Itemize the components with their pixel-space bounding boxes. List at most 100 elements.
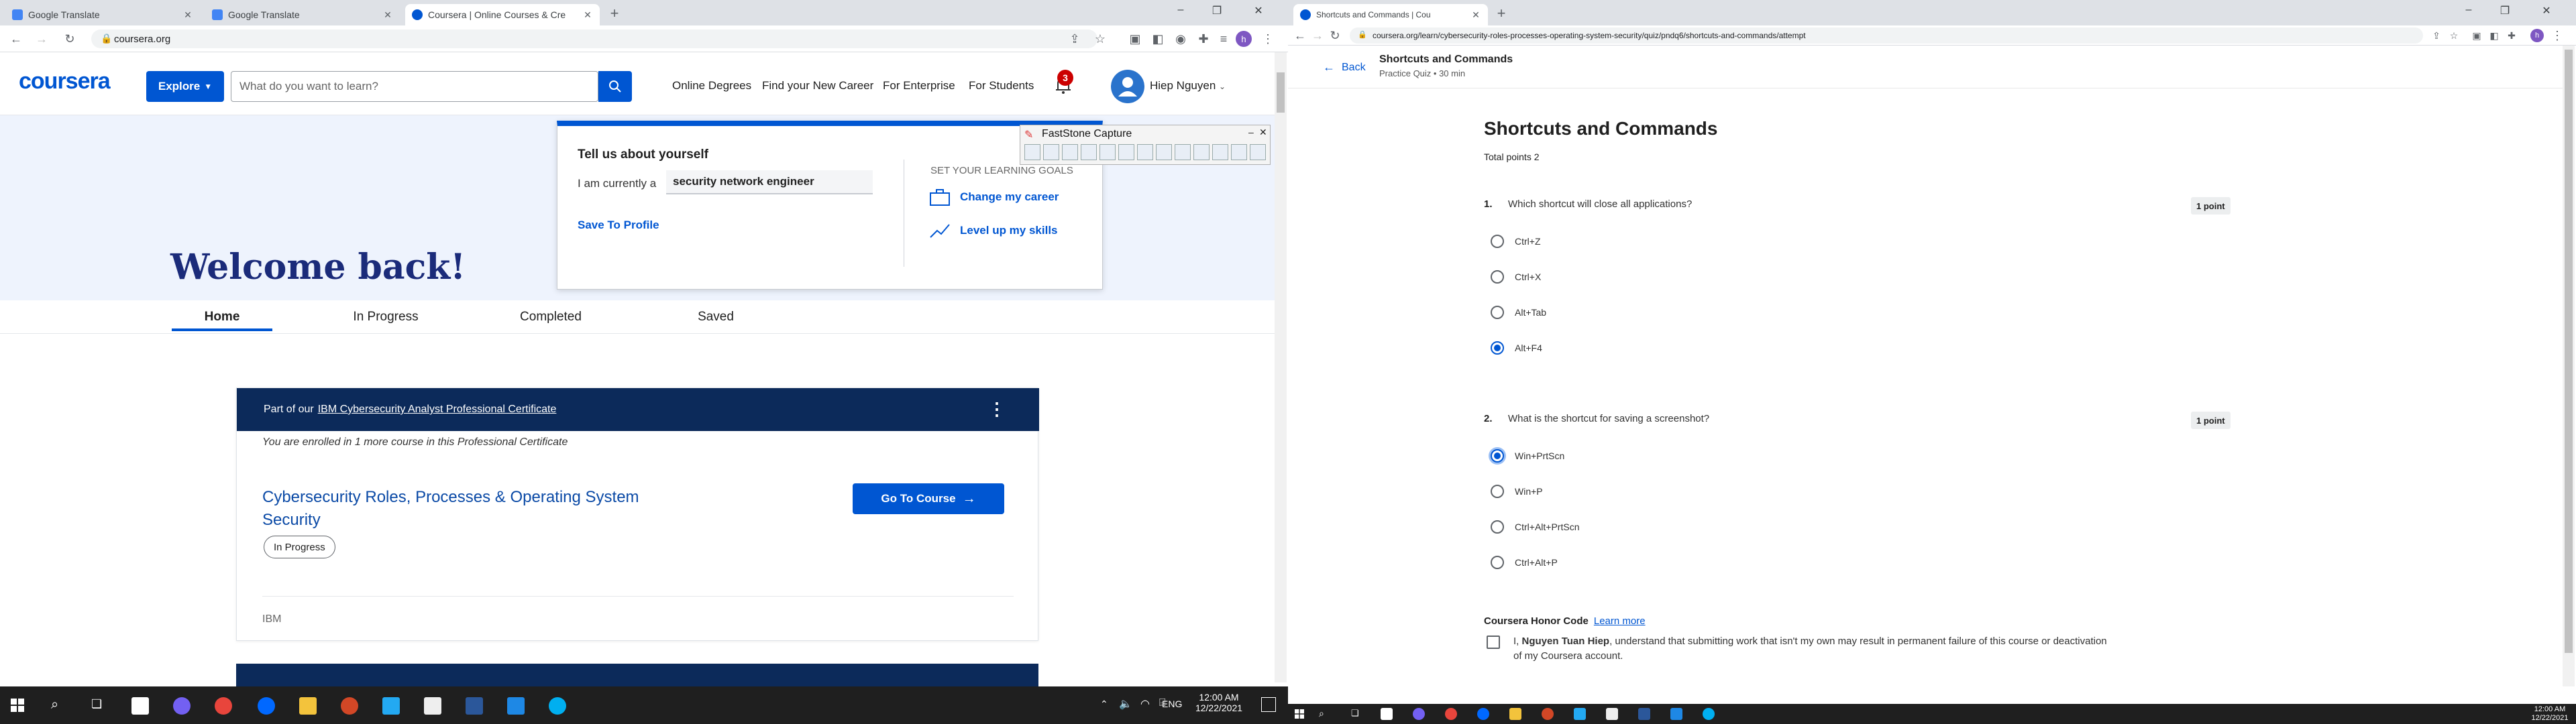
- puzzle-icon[interactable]: ✚: [1195, 31, 1212, 47]
- file-explorer-icon[interactable]: [1509, 708, 1521, 720]
- radio-button[interactable]: [1491, 556, 1504, 569]
- tab-completed[interactable]: Completed: [500, 310, 601, 324]
- reload-icon[interactable]: ↻: [62, 31, 78, 47]
- windows-start-icon[interactable]: [1295, 709, 1304, 719]
- word-icon[interactable]: [466, 697, 483, 715]
- radio-button[interactable]: [1491, 270, 1504, 284]
- tab-home[interactable]: Home: [172, 310, 272, 324]
- new-tab-icon[interactable]: +: [1493, 5, 1509, 21]
- level-up-skills-link[interactable]: Level up my skills: [960, 224, 1058, 237]
- tab-saved[interactable]: Saved: [665, 310, 766, 324]
- close-tab-icon[interactable]: ✕: [382, 9, 393, 21]
- close-icon[interactable]: ✕: [1259, 127, 1267, 138]
- forward-arrow-icon[interactable]: →: [34, 31, 50, 47]
- capture-tool-icon[interactable]: [1137, 144, 1153, 160]
- browser-tab-active[interactable]: Shortcuts and Commands | Cou ✕: [1293, 4, 1488, 25]
- radio-button[interactable]: [1491, 235, 1504, 248]
- capture-tool-icon[interactable]: [1212, 144, 1228, 160]
- zalo-icon[interactable]: [1477, 708, 1489, 720]
- new-tab-icon[interactable]: +: [606, 5, 623, 21]
- go-to-course-button[interactable]: Go To Course →: [853, 483, 1004, 514]
- profile-avatar[interactable]: h: [2530, 29, 2544, 42]
- extension-icon[interactable]: ◉: [1173, 31, 1189, 47]
- browser-tab[interactable]: Google Translate ✕: [5, 4, 200, 25]
- page-scrollbar[interactable]: [2563, 46, 2575, 686]
- answer-option[interactable]: Ctrl+Alt+P: [1491, 556, 1558, 569]
- zalo-icon[interactable]: [258, 697, 275, 715]
- task-view-icon[interactable]: ❏: [91, 697, 102, 711]
- share-icon[interactable]: ⇪: [2428, 27, 2445, 44]
- user-name[interactable]: Hiep Nguyen ⌄: [1150, 79, 1226, 93]
- radio-button[interactable]: [1491, 306, 1504, 319]
- change-career-link[interactable]: Change my career: [960, 190, 1059, 204]
- extension-icon[interactable]: ▣: [1127, 31, 1143, 47]
- extension-icon[interactable]: ◧: [1150, 31, 1166, 47]
- answer-option[interactable]: Ctrl+Z: [1491, 235, 1541, 248]
- app-icon[interactable]: [424, 697, 441, 715]
- nav-link-new-career[interactable]: Find your New Career: [762, 79, 873, 93]
- save-to-profile-link[interactable]: Save To Profile: [578, 219, 659, 232]
- word-icon[interactable]: [1638, 708, 1650, 720]
- capture-tool-icon[interactable]: [1099, 144, 1116, 160]
- minimize-icon[interactable]: –: [2455, 4, 2482, 16]
- minimize-icon[interactable]: –: [1167, 4, 1194, 16]
- capture-tool-icon[interactable]: [1024, 144, 1040, 160]
- close-tab-icon[interactable]: ✕: [582, 9, 593, 21]
- maximize-icon[interactable]: ❐: [1203, 4, 1230, 17]
- close-tab-icon[interactable]: ✕: [1470, 9, 1481, 21]
- app-icon[interactable]: [507, 697, 525, 715]
- answer-option[interactable]: Ctrl+Alt+PrtScn: [1491, 520, 1579, 534]
- search-button[interactable]: [598, 71, 632, 102]
- app-icon[interactable]: [1381, 708, 1393, 720]
- viber-icon[interactable]: [1413, 708, 1425, 720]
- answer-option[interactable]: Win+P: [1491, 485, 1543, 498]
- coursera-logo[interactable]: coursera: [19, 68, 111, 95]
- course-title[interactable]: Cybersecurity Roles, Processes & Operati…: [262, 486, 692, 532]
- chrome-icon[interactable]: [1445, 708, 1457, 720]
- forward-arrow-icon[interactable]: →: [1309, 27, 1326, 44]
- app-icon[interactable]: [1670, 708, 1682, 720]
- answer-option[interactable]: Alt+Tab: [1491, 306, 1546, 319]
- capture-tool-icon[interactable]: [1062, 144, 1078, 160]
- search-icon[interactable]: ⌕: [1319, 708, 1324, 719]
- vscode-icon[interactable]: [382, 697, 400, 715]
- browser-tab[interactable]: Google Translate ✕: [205, 4, 400, 25]
- user-avatar[interactable]: [1111, 70, 1144, 103]
- minimize-icon[interactable]: –: [1248, 127, 1254, 137]
- back-button[interactable]: ← Back: [1323, 60, 1366, 74]
- viber-icon[interactable]: [173, 697, 191, 715]
- skype-icon[interactable]: [1703, 708, 1715, 720]
- search-input[interactable]: What do you want to learn?: [231, 71, 598, 102]
- skype-icon[interactable]: [549, 697, 566, 715]
- close-window-icon[interactable]: ✕: [2533, 4, 2560, 17]
- volume-icon[interactable]: 🔈: [1119, 697, 1132, 711]
- more-options-icon[interactable]: ⋮: [988, 399, 1006, 420]
- answer-option-selected[interactable]: Alt+F4: [1491, 341, 1542, 355]
- app-icon[interactable]: [1606, 708, 1618, 720]
- extension-icon[interactable]: ▣: [2469, 27, 2485, 44]
- menu-kebab-icon[interactable]: ⋮: [2549, 27, 2565, 44]
- back-arrow-icon[interactable]: ←: [8, 31, 24, 47]
- scrollbar-thumb[interactable]: [2565, 50, 2573, 653]
- bookmark-star-icon[interactable]: ☆: [2446, 27, 2462, 44]
- url-field[interactable]: 🔒 coursera.org/learn/cybersecurity-roles…: [1350, 27, 2423, 44]
- capture-tool-icon[interactable]: [1231, 144, 1247, 160]
- certificate-link[interactable]: IBM Cybersecurity Analyst Professional C…: [318, 404, 557, 416]
- app-icon[interactable]: [131, 697, 149, 715]
- nav-link-online-degrees[interactable]: Online Degrees: [672, 79, 751, 93]
- clock[interactable]: 12:00 AM 12/22/2021: [1189, 692, 1249, 713]
- radio-button[interactable]: [1491, 520, 1504, 534]
- chrome-icon[interactable]: [215, 697, 232, 715]
- scrollbar-thumb[interactable]: [1277, 72, 1285, 113]
- tab-in-progress[interactable]: In Progress: [335, 310, 436, 324]
- occupation-input[interactable]: security network engineer: [666, 170, 873, 194]
- capture-tool-icon[interactable]: [1043, 144, 1059, 160]
- input-language[interactable]: ENG: [1162, 699, 1182, 709]
- capture-tool-icon[interactable]: [1193, 144, 1210, 160]
- extension-icon[interactable]: ◧: [2486, 27, 2502, 44]
- file-explorer-icon[interactable]: [299, 697, 317, 715]
- capture-tool-icon[interactable]: [1118, 144, 1134, 160]
- puzzle-icon[interactable]: ✚: [2504, 27, 2520, 44]
- clock[interactable]: 12:00 AM 12/22/2021: [2526, 705, 2573, 723]
- notification-center-icon[interactable]: [1261, 697, 1276, 712]
